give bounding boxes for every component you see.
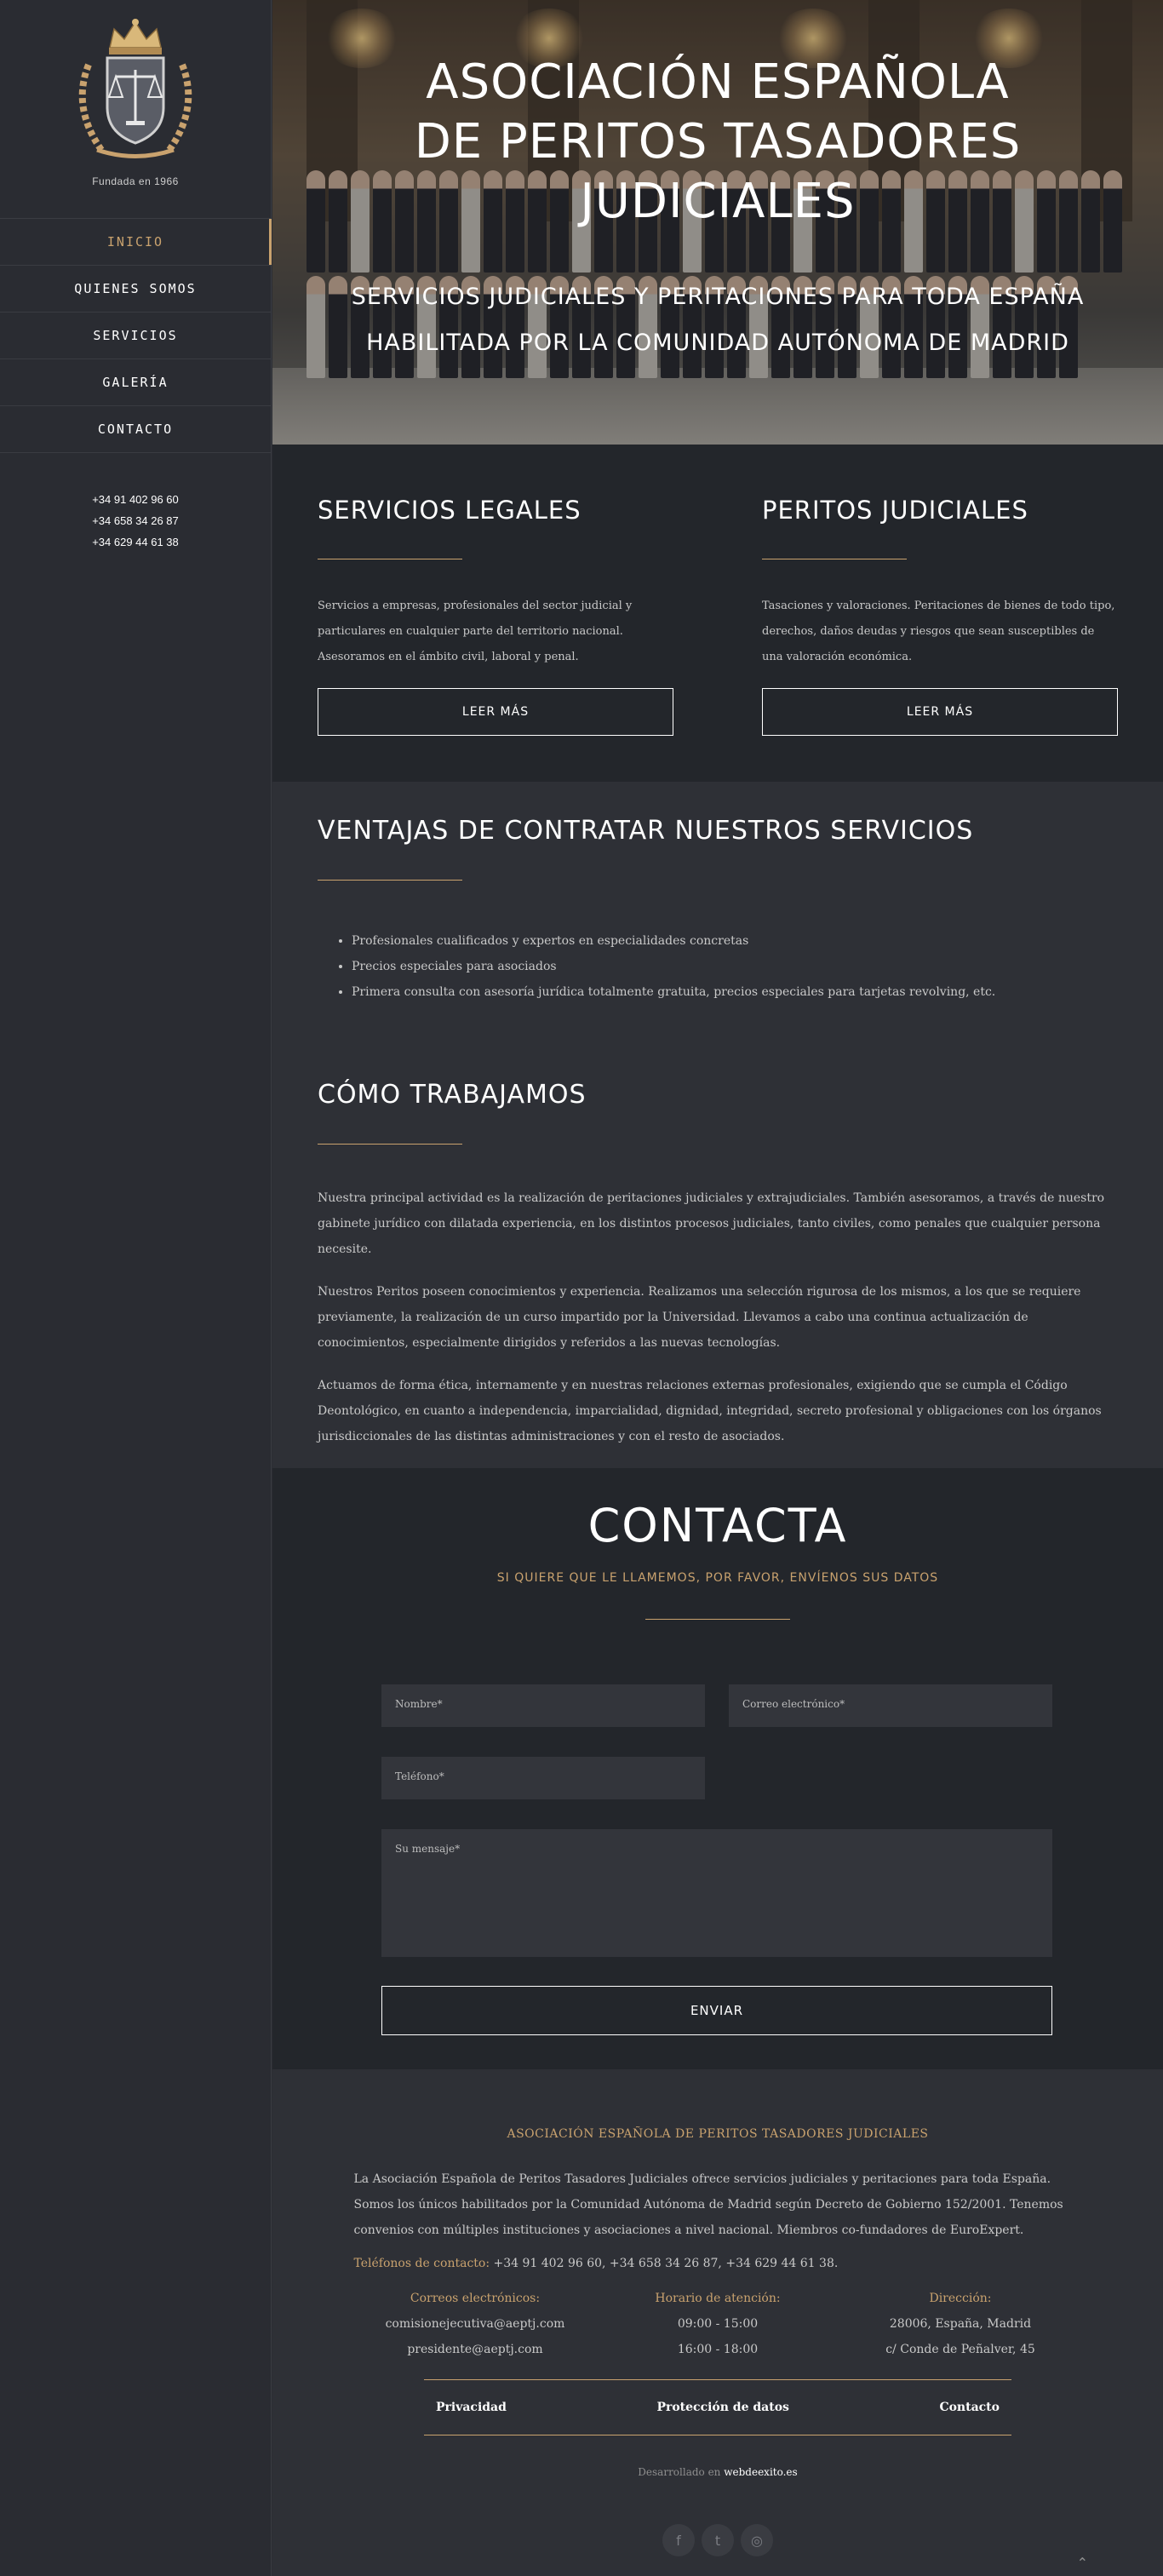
- advantages-list: Profesionales cualificados y expertos en…: [352, 928, 1117, 1005]
- facebook-icon[interactable]: f: [662, 2524, 695, 2556]
- paragraph: Nuestra principal actividad es la realiz…: [318, 1191, 1105, 1256]
- name-field[interactable]: Nombre*: [381, 1684, 705, 1727]
- address-value: 28006, España, Madrid: [889, 2317, 1032, 2331]
- nav-item-inicio[interactable]: INICIO: [0, 219, 272, 266]
- association-logo[interactable]: [63, 14, 208, 167]
- footer-emails: Correos electrónicos: comisionejecutiva@…: [354, 2286, 597, 2362]
- advantages-section: VENTAJAS DE CONTRATAR NUESTROS SERVICIOS…: [272, 782, 1163, 1468]
- email-link[interactable]: comisionejecutiva@aeptj.com: [354, 2311, 597, 2337]
- developer-prefix: Desarrollado en: [638, 2466, 725, 2478]
- hero-subtitle-line: HABILITADA POR LA COMUNIDAD AUTÓNOMA DE …: [366, 330, 1069, 356]
- sidebar: Fundada en 1966 INICIO QUIENES SOMOS SER…: [0, 0, 272, 2576]
- service-title: PERITOS JUDICIALES: [762, 496, 1028, 525]
- send-button[interactable]: ENVIAR: [381, 1986, 1052, 2035]
- contact-link[interactable]: Contacto: [939, 2401, 1000, 2414]
- sidebar-phones: +34 91 402 96 60 +34 658 34 26 87 +34 62…: [0, 489, 271, 553]
- service-card-peritos: PERITOS JUDICIALES Tasaciones y valoraci…: [762, 496, 1118, 736]
- service-text: Servicios a empresas, profesionales del …: [318, 600, 633, 663]
- main-content: ASOCIACIÓN ESPAÑOLA DE PERITOS TASADORES…: [272, 0, 1163, 2576]
- nav-item-quienes-somos[interactable]: QUIENES SOMOS: [0, 266, 271, 313]
- service-card-legales: SERVICIOS LEGALES Servicios a empresas, …: [318, 496, 673, 736]
- footer: ASOCIACIÓN ESPAÑOLA DE PERITOS TASADORES…: [272, 2069, 1163, 2576]
- phones-value: +34 91 402 96 60, +34 658 34 26 87, +34 …: [490, 2257, 839, 2270]
- message-field[interactable]: Su mensaje*: [381, 1829, 1052, 1957]
- phone-number[interactable]: +34 629 44 61 38: [0, 531, 271, 553]
- contact-title: CONTACTA: [587, 1499, 848, 1552]
- how-we-work-title: CÓMO TRABAJAMOS: [318, 1080, 587, 1110]
- contact-subtitle: SI QUIERE QUE LE LLAMEMOS, POR FAVOR, EN…: [496, 1571, 939, 1585]
- list-item: Profesionales cualificados y expertos en…: [352, 928, 1117, 954]
- advantages-title: VENTAJAS DE CONTRATAR NUESTROS SERVICIOS: [318, 816, 974, 846]
- social-links: f t ◎: [272, 2524, 1163, 2556]
- list-item: Primera consulta con asesoría jurídica t…: [352, 979, 1117, 1005]
- address-value: c/ Conde de Peñalver, 45: [885, 2343, 1035, 2356]
- phone-field[interactable]: Teléfono*: [381, 1757, 705, 1799]
- hours-value: 16:00 - 18:00: [677, 2343, 759, 2356]
- footer-hours: Horario de atención: 09:00 - 15:00 16:00…: [597, 2286, 839, 2362]
- footer-title: ASOCIACIÓN ESPAÑOLA DE PERITOS TASADORES…: [507, 2127, 929, 2141]
- nav-item-contacto[interactable]: CONTACTO: [0, 406, 271, 453]
- twitter-icon[interactable]: t: [702, 2524, 734, 2556]
- developer-credit: Desarrollado en webdeexito.es: [272, 2466, 1163, 2478]
- footer-info-columns: Correos electrónicos: comisionejecutiva@…: [354, 2286, 1082, 2362]
- hero-title: ASOCIACIÓN ESPAÑOLA DE PERITOS TASADORES…: [414, 55, 1022, 229]
- main-nav: INICIO QUIENES SOMOS SERVICIOS GALERÍA C…: [0, 218, 272, 453]
- contact-section: CONTACTA SI QUIERE QUE LE LLAMEMOS, POR …: [272, 1468, 1163, 2069]
- services-section: SERVICIOS LEGALES Servicios a empresas, …: [272, 445, 1163, 782]
- footer-address: Dirección: 28006, España, Madrid c/ Cond…: [839, 2286, 1082, 2362]
- scroll-to-top-icon[interactable]: ⌃: [1077, 2555, 1088, 2571]
- developer-link[interactable]: webdeexito.es: [724, 2466, 797, 2478]
- read-more-button[interactable]: LEER MÁS: [318, 688, 673, 736]
- nav-item-servicios[interactable]: SERVICIOS: [0, 313, 271, 359]
- footer-links: Privacidad Protección de datos Contacto: [424, 2379, 1011, 2435]
- phones-label: Teléfonos de contacto:: [353, 2257, 490, 2270]
- phone-number[interactable]: +34 658 34 26 87: [0, 510, 271, 531]
- logo-area: Fundada en 1966: [0, 0, 271, 218]
- hours-value: 09:00 - 15:00: [677, 2317, 759, 2331]
- paragraph: Nuestros Peritos poseen conocimientos y …: [318, 1285, 1081, 1350]
- footer-description: La Asociación Española de Peritos Tasado…: [353, 2172, 1063, 2237]
- email-field[interactable]: Correo electrónico*: [729, 1684, 1052, 1727]
- instagram-icon[interactable]: ◎: [741, 2524, 773, 2556]
- hero-text: ASOCIACIÓN ESPAÑOLA DE PERITOS TASADORES…: [272, 53, 1163, 366]
- read-more-button[interactable]: LEER MÁS: [762, 688, 1118, 736]
- service-title: SERVICIOS LEGALES: [318, 496, 582, 525]
- hours-label: Horario de atención:: [655, 2292, 781, 2305]
- emails-label: Correos electrónicos:: [410, 2292, 541, 2305]
- gold-divider: [318, 1144, 462, 1145]
- gold-divider: [318, 880, 462, 881]
- gold-divider: [645, 1619, 790, 1620]
- data-protection-link[interactable]: Protección de datos: [656, 2401, 789, 2414]
- nav-item-galeria[interactable]: GALERÍA: [0, 359, 271, 406]
- list-item: Precios especiales para asociados: [352, 954, 1117, 979]
- founded-text: Fundada en 1966: [92, 175, 179, 187]
- hero-banner: ASOCIACIÓN ESPAÑOLA DE PERITOS TASADORES…: [272, 0, 1163, 445]
- phone-number[interactable]: +34 91 402 96 60: [0, 489, 271, 510]
- hero-subtitle: SERVICIOS JUDICIALES Y PERITACIONES PARA…: [272, 274, 1163, 366]
- footer-phones: Teléfonos de contacto: +34 91 402 96 60,…: [354, 2257, 1082, 2270]
- privacy-link[interactable]: Privacidad: [436, 2401, 507, 2414]
- how-we-work: CÓMO TRABAJAMOS Nuestra principal activi…: [318, 1080, 1117, 1449]
- service-text: Tasaciones y valoraciones. Peritaciones …: [762, 600, 1115, 663]
- address-label: Dirección:: [929, 2292, 992, 2305]
- hero-subtitle-line: SERVICIOS JUDICIALES Y PERITACIONES PARA…: [351, 284, 1085, 310]
- email-link[interactable]: presidente@aeptj.com: [354, 2337, 597, 2362]
- paragraph: Actuamos de forma ética, internamente y …: [318, 1379, 1102, 1443]
